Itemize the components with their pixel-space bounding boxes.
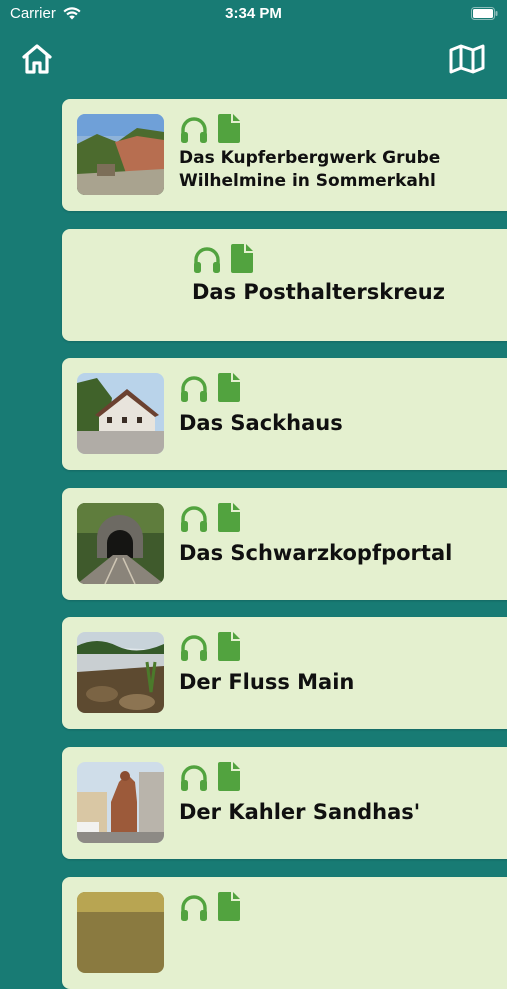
headphones-icon[interactable] — [179, 634, 209, 662]
status-bar: Carrier 3:34 PM — [0, 0, 507, 30]
headphones-icon[interactable] — [179, 505, 209, 533]
document-icon[interactable] — [218, 373, 240, 402]
document-icon[interactable] — [218, 632, 240, 661]
list-item[interactable]: Der Kahler Sandhas' — [62, 747, 507, 859]
headphones-icon[interactable] — [179, 116, 209, 144]
list-item[interactable]: Das Schwarzkopfportal — [62, 488, 507, 600]
thumbnail-image — [77, 503, 164, 584]
headphones-icon[interactable] — [179, 764, 209, 792]
list-item[interactable]: Das Posthalterskreuz — [62, 229, 507, 341]
thumbnail-image — [77, 892, 164, 973]
item-title: Das Kupferbergwerk Grube Wilhelmine in S… — [179, 148, 441, 191]
thumbnail-image — [77, 632, 164, 713]
headphones-icon[interactable] — [179, 375, 209, 403]
thumbnail-image — [77, 114, 164, 195]
map-icon[interactable] — [449, 44, 485, 74]
thumbnail-image — [77, 373, 164, 454]
item-title: Der Kahler Sandhas' — [179, 800, 421, 824]
top-navigation — [0, 40, 507, 82]
item-title: Das Sackhaus — [179, 411, 343, 435]
document-icon[interactable] — [218, 892, 240, 921]
list-item[interactable] — [62, 877, 507, 989]
home-icon[interactable] — [20, 42, 54, 76]
item-title: Der Fluss Main — [179, 670, 355, 694]
battery-icon — [471, 7, 498, 20]
item-title: Das Posthalterskreuz — [192, 280, 445, 304]
headphones-icon[interactable] — [192, 246, 222, 274]
list-item[interactable]: Das Sackhaus — [62, 358, 507, 470]
headphones-icon[interactable] — [179, 894, 209, 922]
thumbnail-image — [77, 762, 164, 843]
document-icon[interactable] — [231, 244, 253, 273]
document-icon[interactable] — [218, 114, 240, 143]
document-icon[interactable] — [218, 762, 240, 791]
list-item[interactable]: Das Kupferbergwerk Grube Wilhelmine in S… — [62, 99, 507, 211]
item-title: Das Schwarzkopfportal — [179, 541, 453, 565]
clock: 3:34 PM — [225, 5, 282, 22]
document-icon[interactable] — [218, 503, 240, 532]
list-item[interactable]: Der Fluss Main — [62, 617, 507, 729]
